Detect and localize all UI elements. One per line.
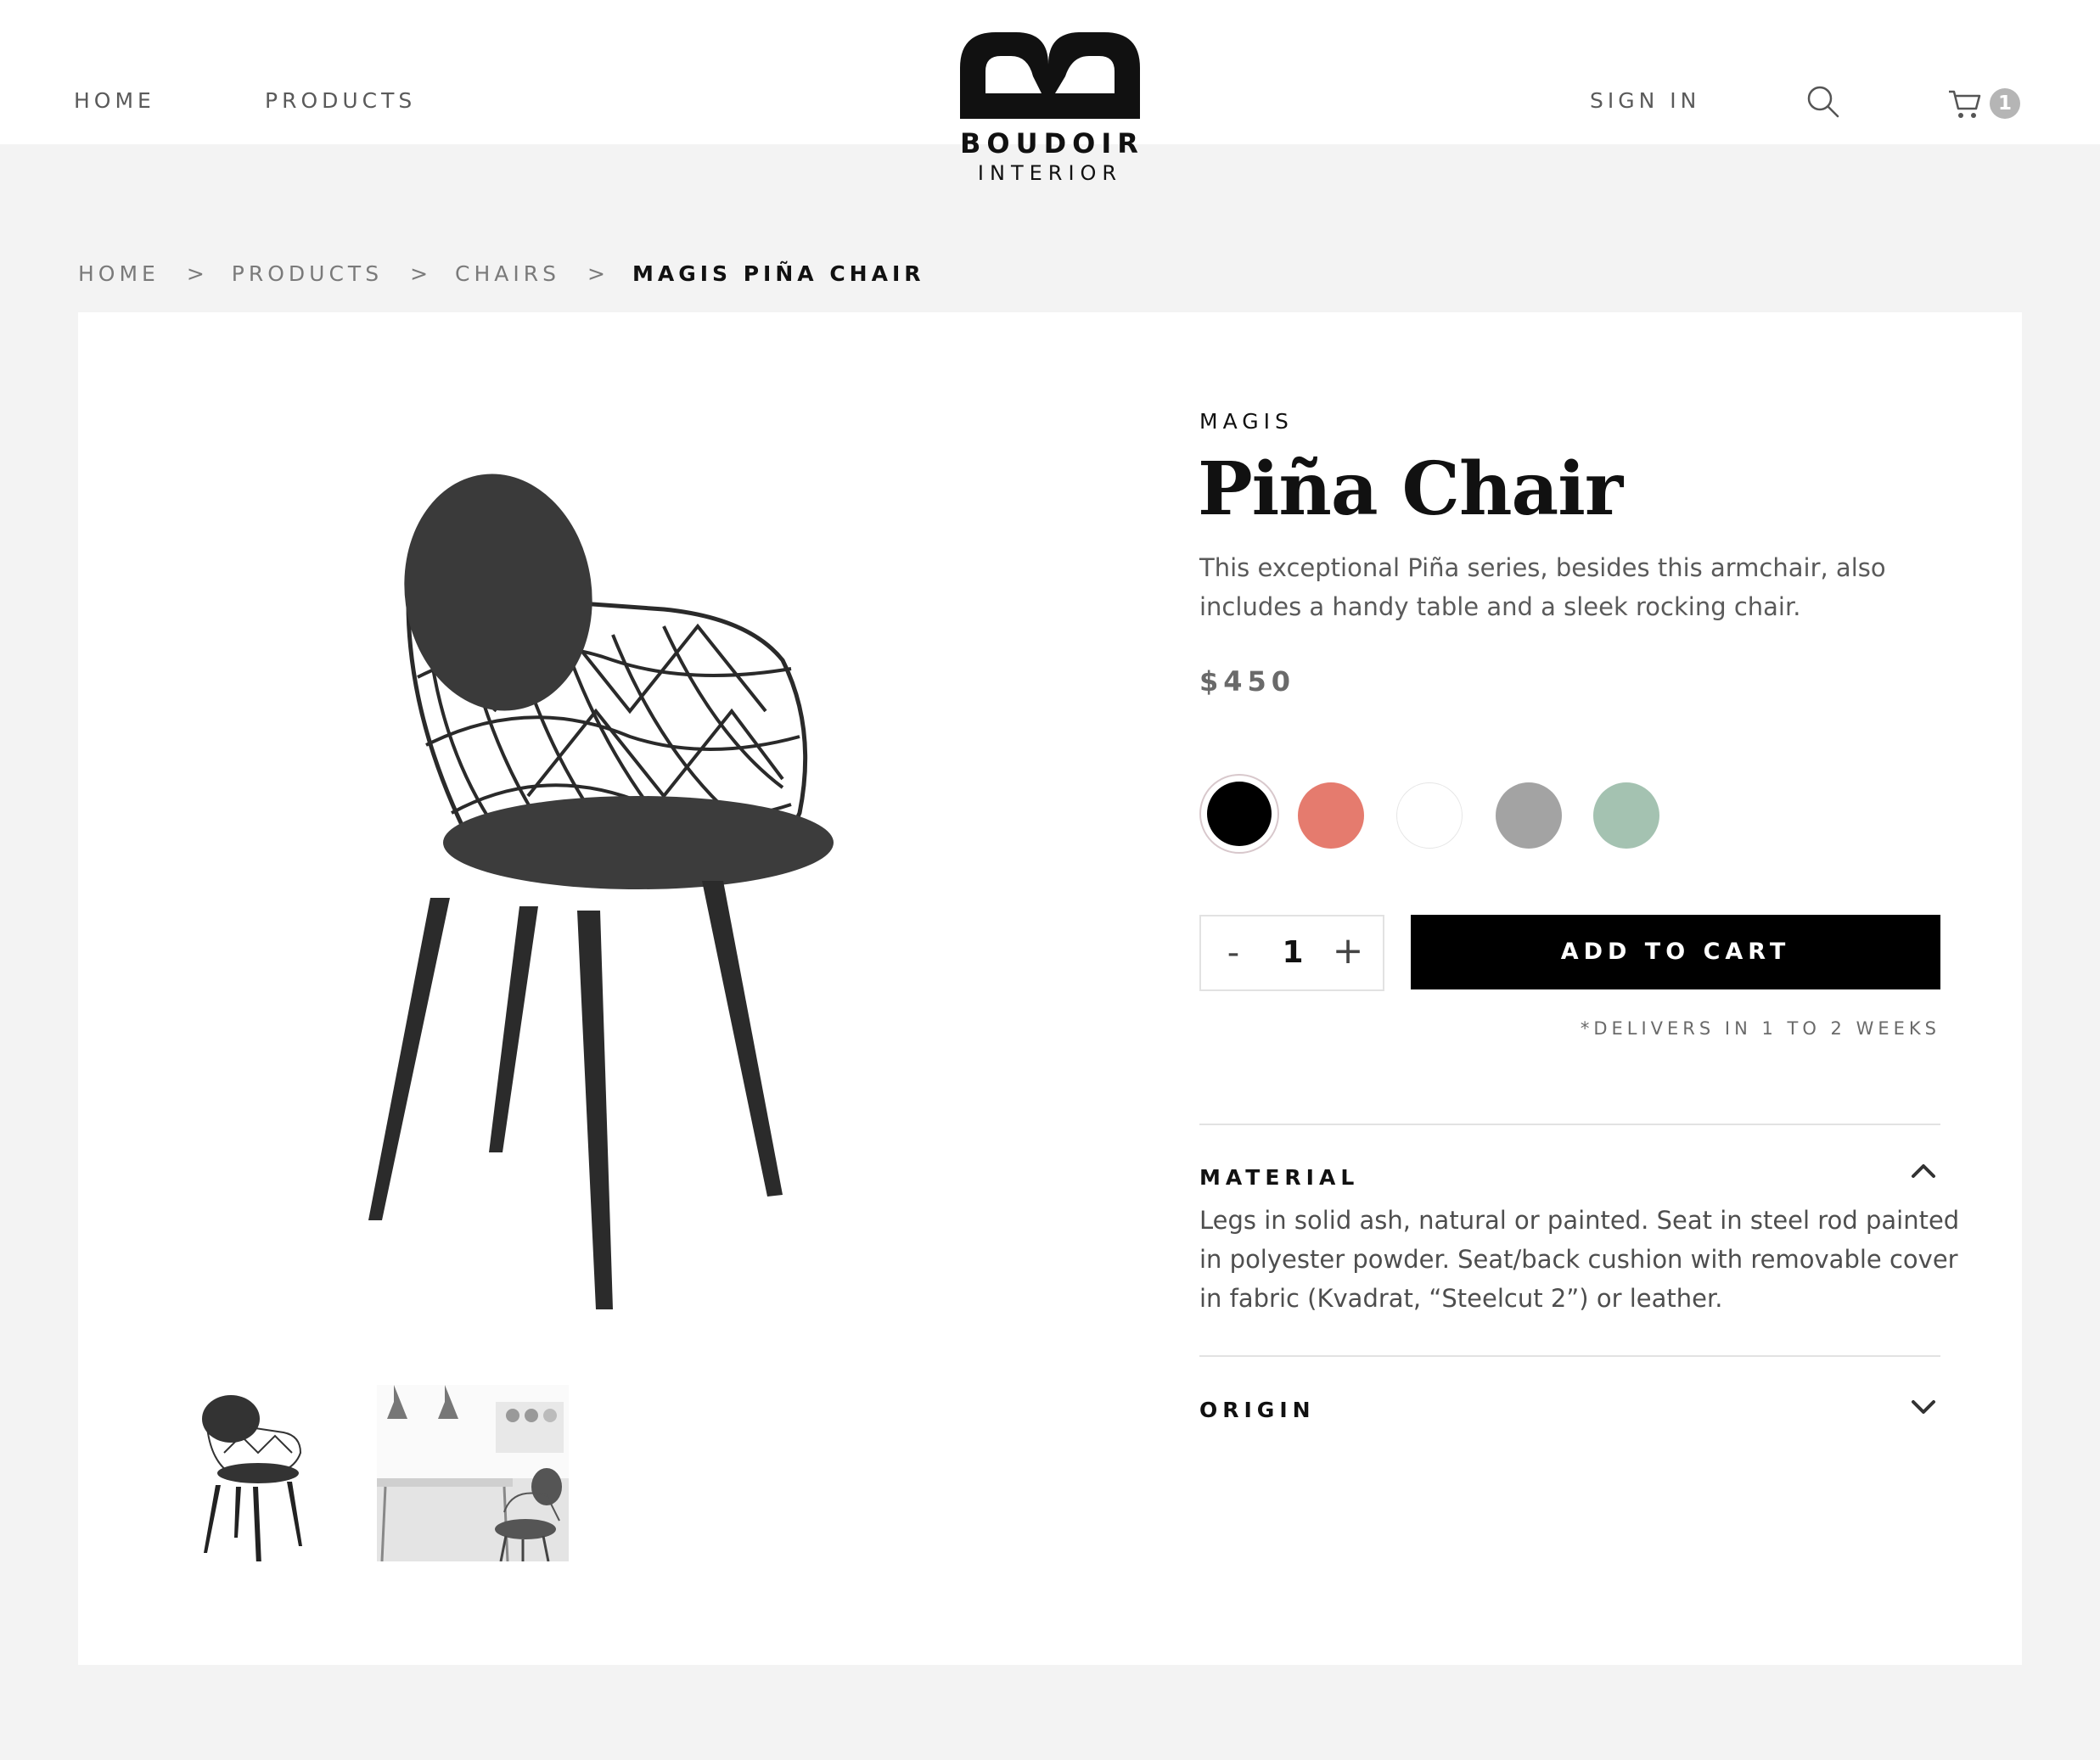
color-swatch-white[interactable]	[1396, 782, 1463, 849]
logo-mark-icon	[960, 32, 1140, 119]
site-header: HOME PRODUCTS BOUDOIR INTERIOR SIGN IN 1	[0, 0, 2100, 185]
breadcrumb-chairs[interactable]: CHAIRS	[455, 261, 560, 286]
breadcrumb-current: MAGIS PIÑA CHAIR	[632, 261, 925, 286]
product-description: This exceptional Piña series, besides th…	[1199, 553, 1886, 621]
product-main-image	[307, 457, 1029, 1322]
cart-count-badge: 1	[1990, 88, 2020, 119]
nav-home-link[interactable]: HOME	[74, 88, 155, 113]
color-swatch-grey[interactable]	[1496, 782, 1562, 849]
chevron-down-icon[interactable]	[1910, 1398, 1937, 1415]
breadcrumb-separator: >	[587, 261, 605, 286]
cart-button[interactable]: 1	[1947, 87, 2020, 121]
product-card: MAGIS Piña Chair This exceptional Piña s…	[78, 312, 2022, 1665]
breadcrumb-separator: >	[186, 261, 205, 286]
brand-logo[interactable]: BOUDOIR INTERIOR	[960, 32, 1140, 185]
breadcrumb: HOME > PRODUCTS > CHAIRS > MAGIS PIÑA CH…	[78, 259, 925, 288]
breadcrumb-home[interactable]: HOME	[78, 261, 160, 286]
quantity-stepper: - 1 +	[1199, 915, 1384, 991]
quantity-value[interactable]: 1	[1267, 932, 1318, 974]
sign-in-link[interactable]: SIGN IN	[1590, 88, 1700, 113]
color-swatches	[1199, 774, 1675, 854]
product-thumbnail[interactable]	[377, 1385, 569, 1561]
color-swatch-coral[interactable]	[1298, 782, 1364, 849]
product-title: Piña Chair	[1198, 446, 1623, 532]
chevron-up-icon[interactable]	[1910, 1163, 1937, 1180]
logo-wordmark: BOUDOIR	[960, 127, 1144, 160]
product-thumbnail[interactable]	[182, 1385, 317, 1561]
accordion-origin-header[interactable]: ORIGIN	[1199, 1398, 1316, 1422]
logo-subtitle: INTERIOR	[977, 161, 1123, 185]
accordion-material-body: Legs in solid ash, natural or painted. S…	[1199, 1206, 1960, 1313]
product-brand: MAGIS	[1199, 409, 1294, 434]
quantity-increase-button[interactable]: +	[1328, 928, 1367, 974]
divider	[1199, 1355, 1940, 1357]
add-to-cart-button[interactable]: ADD TO CART	[1411, 915, 1940, 989]
search-icon[interactable]	[1806, 85, 1840, 119]
product-price: $450	[1199, 665, 1296, 698]
color-swatch-sage[interactable]	[1593, 782, 1659, 849]
divider	[1199, 1124, 1940, 1125]
nav-products-link[interactable]: PRODUCTS	[265, 88, 416, 113]
breadcrumb-separator: >	[410, 261, 429, 286]
delivery-note: *DELIVERS IN 1 TO 2 WEEKS	[1580, 1018, 1940, 1039]
quantity-decrease-button[interactable]: -	[1216, 932, 1250, 974]
accordion-material-header[interactable]: MATERIAL	[1199, 1165, 1359, 1190]
color-swatch-black[interactable]	[1199, 774, 1279, 854]
breadcrumb-products[interactable]: PRODUCTS	[232, 261, 383, 286]
cart-icon	[1949, 90, 1981, 118]
